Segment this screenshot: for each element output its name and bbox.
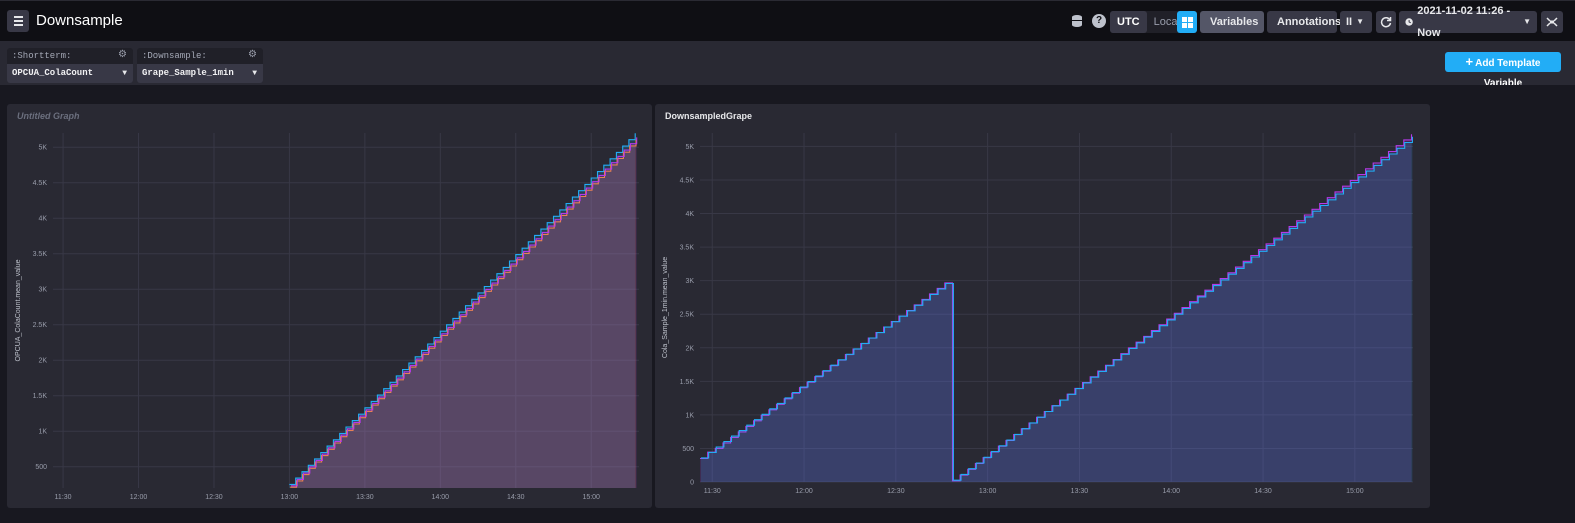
menu-icon[interactable] <box>7 10 29 32</box>
fullscreen-button[interactable] <box>1541 11 1563 33</box>
template-variable-shortterm: :Shortterm: ⚙ OPCUA_ColaCount ▼ <box>7 48 133 83</box>
template-variable-value: OPCUA_ColaCount <box>12 68 94 78</box>
line-chart[interactable]: 11:30 12:00 12:30 13:00 13:30 14:00 14:30 15:00… <box>7 104 652 508</box>
x-tick-label: 12:30 <box>205 494 223 501</box>
dashboard-mode-button[interactable] <box>1177 11 1197 33</box>
x-tick-label: 14:00 <box>1162 488 1180 495</box>
graph-cell-downsampledgrape[interactable]: DownsampledGrape 11:30 12:00 12:30 13:00 13:… <box>655 104 1430 508</box>
annotations-button[interactable]: Annotations <box>1267 11 1341 33</box>
template-variable-downsample: :Downsample: ⚙ Grape_Sample_1min ▼ <box>137 48 263 83</box>
template-variable-name: :Downsample: <box>142 51 207 61</box>
time-range-dropdown[interactable]: 2021-11-02 11:26 - Now ▼ <box>1399 5 1537 39</box>
y-tick-label: 0 <box>690 480 694 487</box>
autorefresh-dropdown[interactable]: II ▼ <box>1340 11 1372 33</box>
y-tick-label: 4.5K <box>33 180 48 187</box>
chevron-down-icon: ▼ <box>1523 17 1531 26</box>
y-tick-label: 3.5K <box>680 245 695 252</box>
x-tick-label: 13:00 <box>979 488 997 495</box>
x-tick-label: 13:30 <box>356 494 374 501</box>
x-tick-label: 12:00 <box>795 488 813 495</box>
template-variables-bar: :Shortterm: ⚙ OPCUA_ColaCount ▼ :Downsam… <box>0 41 1575 89</box>
template-variable-dropdown[interactable]: OPCUA_ColaCount ▼ <box>7 64 133 83</box>
y-tick-label: 500 <box>682 446 694 453</box>
y-tick-label: 3K <box>685 278 694 285</box>
y-tick-label: 3.5K <box>33 251 48 258</box>
series-area <box>700 136 1413 483</box>
template-variable-name: :Shortterm: <box>12 51 72 61</box>
variables-button[interactable]: Variables <box>1200 11 1264 33</box>
utc-button[interactable]: UTC <box>1110 11 1147 33</box>
annotations-label: Annotations <box>1277 16 1342 28</box>
y-tick-label: 4K <box>38 216 47 223</box>
time-range-label: 2021-11-02 11:26 - Now <box>1417 5 1511 39</box>
page-header: Downsample ? UTC Local Variables Annotat… <box>0 0 1575 41</box>
refresh-icon <box>1380 16 1392 28</box>
chevron-down-icon: ▼ <box>252 69 257 78</box>
chevron-down-icon: ▼ <box>122 69 127 78</box>
y-axis-label: Cola_Sample_1min.mean_value <box>662 257 669 358</box>
graph-cell-untitled[interactable]: Untitled Graph 11:30 12:00 12:30 13:00 13:30… <box>7 104 652 508</box>
line-chart[interactable]: 11:30 12:00 12:30 13:00 13:30 14:00 14:30 15:00… <box>655 104 1430 508</box>
plus-icon: + <box>1465 54 1474 69</box>
timezone-toggle: UTC Local <box>1110 11 1187 33</box>
y-tick-label: 4K <box>685 211 694 218</box>
x-tick-label: 12:00 <box>130 494 148 501</box>
x-tick-label: 15:00 <box>1346 488 1364 495</box>
template-variable-dropdown[interactable]: Grape_Sample_1min ▼ <box>137 64 263 83</box>
x-tick-label: 14:30 <box>1254 488 1272 495</box>
y-tick-label: 500 <box>35 464 47 471</box>
refresh-button[interactable] <box>1376 11 1396 33</box>
variables-label: Variables <box>1210 16 1259 28</box>
y-tick-label: 1K <box>685 412 694 419</box>
x-tick-label: 11:30 <box>55 494 72 501</box>
y-tick-label: 5K <box>38 145 47 152</box>
x-tick-label: 14:30 <box>507 494 525 501</box>
y-tick-label: 2K <box>38 358 47 365</box>
x-tick-label: 14:00 <box>432 494 450 501</box>
y-tick-label: 2K <box>685 345 694 352</box>
chevron-down-icon: ▼ <box>1356 17 1365 26</box>
clock-icon <box>1405 18 1413 26</box>
help-icon[interactable]: ? <box>1092 14 1106 28</box>
gear-icon[interactable]: ⚙ <box>248 49 257 60</box>
dashboard-icon <box>1181 16 1193 28</box>
y-tick-label: 4.5K <box>680 177 695 184</box>
gear-icon[interactable]: ⚙ <box>118 49 127 60</box>
y-tick-label: 1.5K <box>680 379 695 386</box>
template-variable-value: Grape_Sample_1min <box>142 68 234 78</box>
y-tick-label: 5K <box>685 144 694 151</box>
x-tick-label: 13:00 <box>281 494 299 501</box>
fullscreen-icon <box>1546 17 1558 27</box>
x-tick-label: 11:30 <box>704 488 721 495</box>
dashboard-title[interactable]: Downsample <box>36 12 123 29</box>
y-axis-label: OPCUA_ColaCount.mean_value <box>15 259 22 361</box>
y-tick-label: 1K <box>38 429 47 436</box>
database-icon[interactable] <box>1070 14 1084 28</box>
y-tick-label: 2.5K <box>33 322 48 329</box>
y-tick-label: 3K <box>38 287 47 294</box>
x-tick-label: 15:00 <box>582 494 600 501</box>
x-tick-label: 13:30 <box>1071 488 1089 495</box>
add-template-variable-button[interactable]: + Add Template Variable <box>1445 52 1561 89</box>
pause-icon: II <box>1346 16 1353 28</box>
x-tick-label: 12:30 <box>887 488 905 495</box>
y-tick-label: 2.5K <box>680 312 695 319</box>
y-tick-label: 1.5K <box>33 393 48 400</box>
